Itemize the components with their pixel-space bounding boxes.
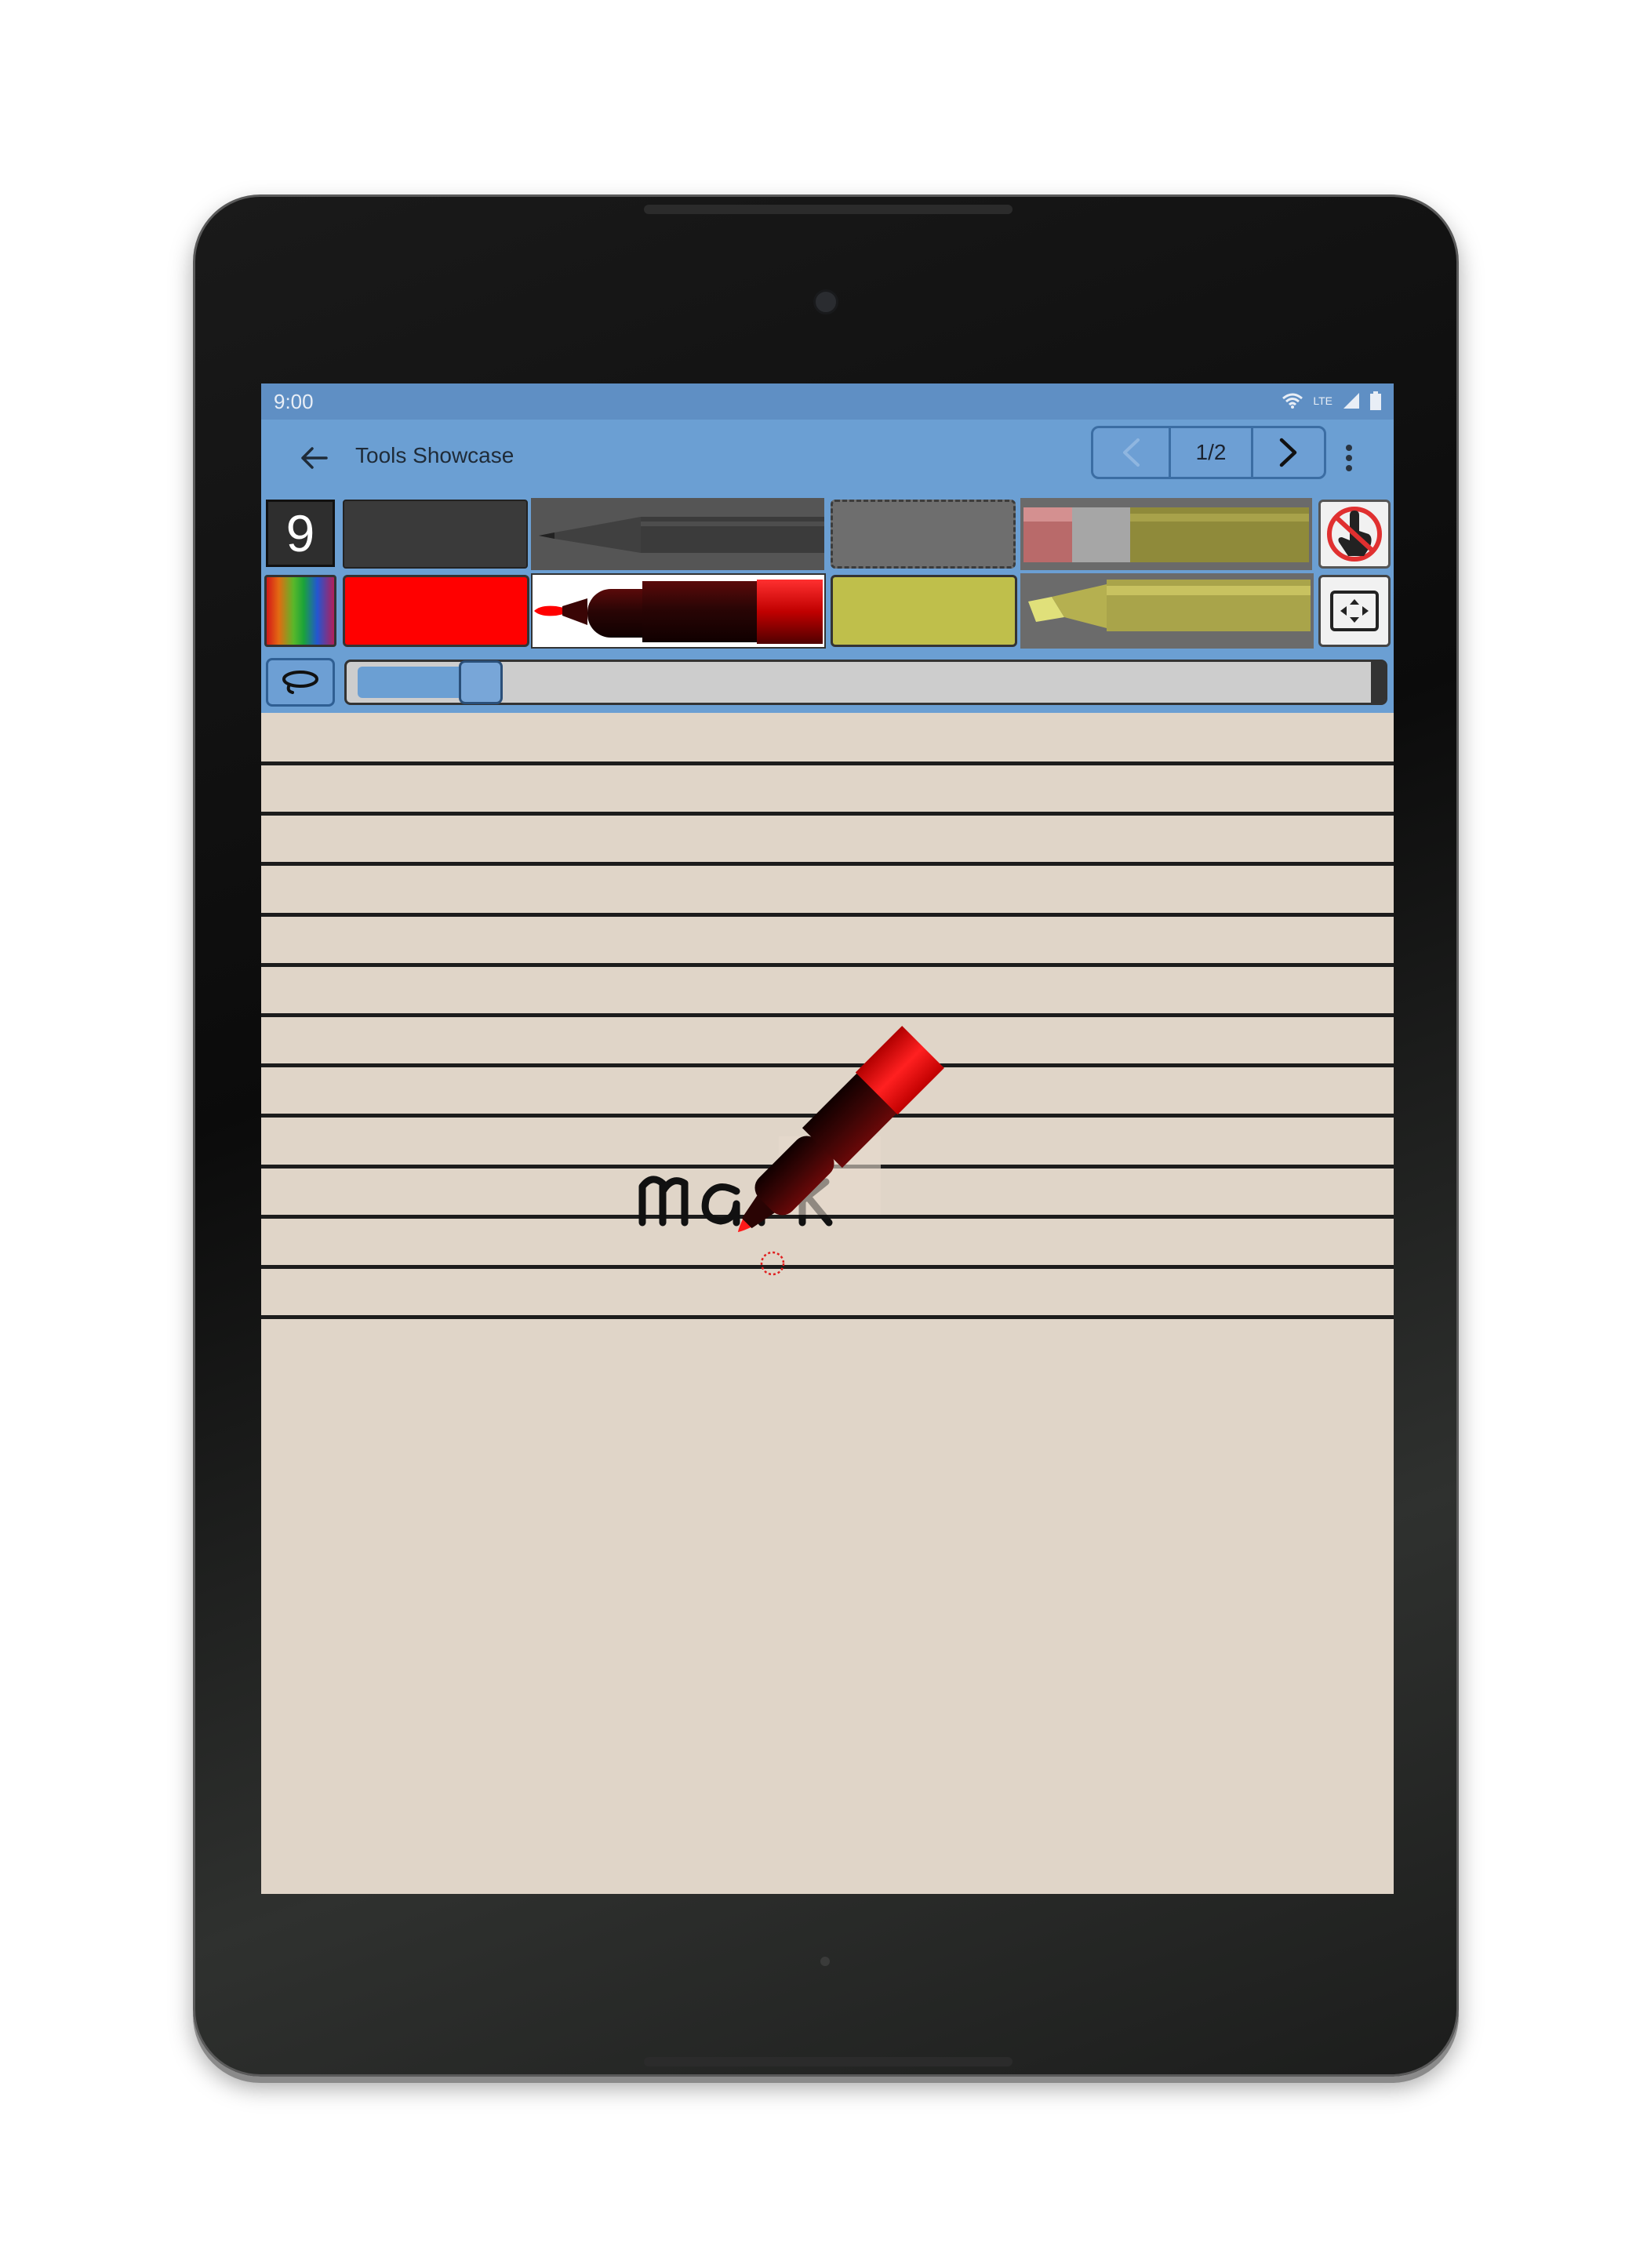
status-time: 9:00 xyxy=(274,390,314,413)
marker-cursor xyxy=(737,1026,944,1276)
tablet-frame: 9:00 LTE Tools Showcase 1/2 9 xyxy=(193,194,1459,2077)
page-navigator: 1/2 xyxy=(1091,426,1326,479)
lasso-select-button[interactable] xyxy=(266,658,335,707)
highlighter-icon xyxy=(1020,573,1314,649)
highlighter-tool[interactable] xyxy=(1020,573,1314,649)
tool-size-badge[interactable]: 9 xyxy=(266,500,335,567)
battery-icon xyxy=(1370,391,1381,410)
pencil-tool[interactable] xyxy=(531,498,824,570)
bottom-speaker xyxy=(644,2057,1013,2066)
lasso-icon xyxy=(282,671,318,694)
signal-icon xyxy=(1343,393,1359,409)
marker-icon xyxy=(534,580,823,644)
tool-palette: 9 xyxy=(261,496,1394,713)
back-arrow-icon[interactable] xyxy=(293,437,335,479)
chevron-right-icon xyxy=(1279,438,1297,467)
page-indicator: 1/2 xyxy=(1171,428,1253,477)
app-bar: Tools Showcase 1/2 xyxy=(261,420,1394,496)
marker-tool[interactable] xyxy=(531,573,826,649)
fit-screen-icon xyxy=(1330,591,1379,631)
next-page-button[interactable] xyxy=(1253,428,1324,477)
ruled-paper-canvas[interactable]: mark xyxy=(261,713,1394,1894)
pencil-icon xyxy=(531,498,824,570)
highlighter-color-swatch[interactable] xyxy=(831,575,1017,647)
bottom-sensor xyxy=(820,1957,830,1966)
front-camera xyxy=(813,289,838,314)
eraser-color-swatch[interactable] xyxy=(831,500,1016,569)
network-type-label: LTE xyxy=(1313,394,1333,407)
zoom-slider-end xyxy=(1371,662,1385,703)
fit-to-screen-button[interactable] xyxy=(1318,575,1391,647)
chevron-left-icon xyxy=(1123,438,1140,467)
device-screen: 9:00 LTE Tools Showcase 1/2 9 xyxy=(261,383,1394,1894)
previous-page-button[interactable] xyxy=(1093,428,1171,477)
status-icons: LTE xyxy=(1282,391,1381,410)
top-speaker xyxy=(644,205,1013,214)
overflow-menu-icon[interactable] xyxy=(1337,438,1361,478)
status-bar: 9:00 LTE xyxy=(261,383,1394,420)
wifi-icon xyxy=(1282,393,1303,409)
marker-color-swatch[interactable] xyxy=(343,575,529,647)
pencil-color-swatch[interactable] xyxy=(343,500,528,569)
color-picker-button[interactable] xyxy=(264,575,336,647)
zoom-slider-fill xyxy=(358,667,475,698)
no-touch-icon xyxy=(1327,507,1382,562)
disable-touch-button[interactable] xyxy=(1318,500,1391,569)
page-title: Tools Showcase xyxy=(355,443,514,467)
eraser-tool[interactable] xyxy=(1020,498,1312,570)
eraser-icon xyxy=(1020,498,1312,570)
zoom-slider-thumb[interactable] xyxy=(459,660,504,704)
zoom-slider[interactable] xyxy=(344,660,1387,705)
